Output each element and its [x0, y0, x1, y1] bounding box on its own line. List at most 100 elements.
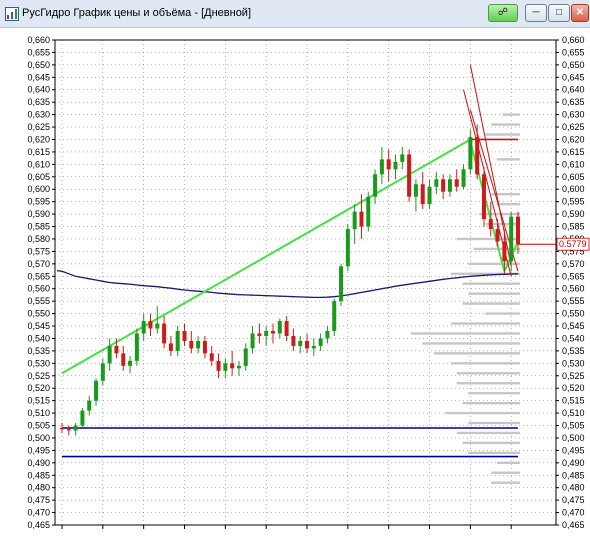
y-tick-label-right: 0,600 — [562, 184, 585, 194]
y-tick-label-left: 0,515 — [27, 396, 50, 406]
candle-body — [447, 179, 452, 192]
price-chart[interactable]: 0,660 0,660 0,655 0,655 0,650 0,650 0,645 0,645… — [0, 28, 590, 539]
candle-body — [209, 353, 214, 361]
y-tick-label-right: 0,640 — [562, 85, 585, 95]
maximize-button[interactable]: □ — [548, 4, 570, 22]
y-tick-label-right: 0,555 — [562, 296, 585, 306]
candle-body — [373, 174, 378, 197]
y-tick-label-right: 0,535 — [562, 346, 585, 356]
link-button[interactable]: ☍ — [488, 4, 518, 22]
y-tick-label-right: 0,585 — [562, 222, 585, 232]
candle-body — [407, 154, 412, 197]
y-tick-label-left: 0,535 — [27, 346, 50, 356]
y-tick-label-right: 0,595 — [562, 197, 585, 207]
candle-body — [434, 179, 439, 187]
candle-body — [359, 211, 364, 227]
candle-body — [155, 323, 160, 329]
y-tick-label-right: 0,590 — [562, 209, 585, 219]
volume-profile-bar — [497, 202, 520, 206]
candle-body — [305, 340, 310, 349]
y-tick-label-left: 0,480 — [27, 483, 50, 493]
y-tick-label-left: 0,605 — [27, 172, 50, 182]
y-tick-label-left: 0,555 — [27, 296, 50, 306]
volume-profile-bar — [462, 441, 520, 445]
y-tick-label-left: 0,545 — [27, 321, 50, 331]
candle-body — [413, 184, 418, 197]
candle-body — [230, 363, 235, 369]
candle-body — [257, 333, 262, 336]
minimize-button[interactable]: ─ — [525, 4, 547, 22]
y-tick-label-right: 0,485 — [562, 470, 585, 480]
y-tick-label-right: 0,605 — [562, 172, 585, 182]
y-tick-label-left: 0,645 — [27, 72, 50, 82]
volume-profile-bar — [445, 411, 520, 415]
y-tick-label-right: 0,495 — [562, 445, 585, 455]
candle-body — [488, 219, 493, 230]
volume-profile-bar — [485, 312, 520, 315]
candle-body — [128, 360, 133, 366]
candle-body — [189, 340, 194, 349]
volume-profile-bar — [456, 431, 520, 435]
volume-profile-bar — [485, 133, 520, 136]
candle-body — [141, 321, 146, 334]
candle-body — [94, 380, 99, 401]
y-tick-label-right: 0,540 — [562, 333, 585, 343]
y-tick-label-left: 0,630 — [27, 110, 50, 120]
candle-body — [386, 159, 391, 170]
volume-profile-bar — [451, 322, 520, 325]
volume-profile-bar — [462, 302, 520, 305]
last-price-label: 0.5779 — [559, 239, 587, 249]
y-tick-label-right: 0,635 — [562, 97, 585, 107]
volume-profile-bar — [468, 421, 520, 425]
volume-profile-bar — [491, 471, 520, 474]
candle-body — [148, 321, 153, 329]
y-tick-label-right: 0,505 — [562, 421, 585, 431]
volume-profile-bar — [422, 342, 520, 345]
candle-body — [475, 137, 480, 175]
candle-body — [339, 266, 344, 302]
candle-body — [516, 216, 520, 244]
y-tick-label-right: 0,530 — [562, 358, 585, 368]
candle-body — [400, 154, 405, 162]
close-button[interactable]: ✕ — [571, 4, 589, 22]
volume-profile-bar — [502, 113, 520, 116]
volume-profile-bar — [468, 262, 520, 266]
y-tick-label-left: 0,640 — [27, 85, 50, 95]
y-tick-label-left: 0,615 — [27, 147, 50, 157]
maximize-icon: □ — [555, 7, 563, 18]
candle-body — [250, 333, 255, 349]
candle-body — [427, 186, 432, 205]
candle-body — [175, 331, 180, 351]
candle-body — [100, 363, 105, 381]
candle-body — [441, 179, 446, 192]
y-tick-label-right: 0,465 — [562, 520, 585, 530]
candle-body — [182, 331, 187, 341]
candle-body — [325, 331, 330, 339]
candle-body — [345, 229, 350, 267]
title-bar[interactable]: РусГидро График цены и объёма - [Дневной… — [0, 0, 590, 28]
volume-profile-bar — [456, 372, 520, 375]
candle-body — [80, 410, 85, 426]
y-tick-label-left: 0,525 — [27, 371, 50, 381]
volume-profile-bar — [462, 401, 520, 405]
y-tick-label-right: 0,565 — [562, 271, 585, 281]
y-tick-label-left: 0,530 — [27, 358, 50, 368]
candle-body — [107, 345, 112, 364]
candle-body — [481, 174, 486, 220]
y-tick-label-right: 0,625 — [562, 122, 585, 132]
minimize-icon: ─ — [532, 7, 540, 18]
volume-profile-bar — [468, 451, 520, 455]
candle-body — [461, 169, 466, 187]
y-tick-label-right: 0,500 — [562, 433, 585, 443]
y-tick-label-left: 0,610 — [27, 159, 50, 169]
y-tick-label-left: 0,575 — [27, 246, 50, 256]
volume-profile-bar — [410, 332, 520, 335]
y-tick-label-left: 0,560 — [27, 284, 50, 294]
price-chart-canvas[interactable]: 0,660 0,660 0,655 0,655 0,650 0,650 0,645 0,645… — [0, 28, 590, 539]
y-tick-label-right: 0,655 — [562, 47, 585, 57]
y-tick-label-left: 0,495 — [27, 445, 50, 455]
candle-body — [311, 345, 316, 349]
y-tick-label-right: 0,660 — [562, 35, 585, 45]
candle-body — [121, 353, 126, 366]
candle-body — [66, 429, 71, 431]
